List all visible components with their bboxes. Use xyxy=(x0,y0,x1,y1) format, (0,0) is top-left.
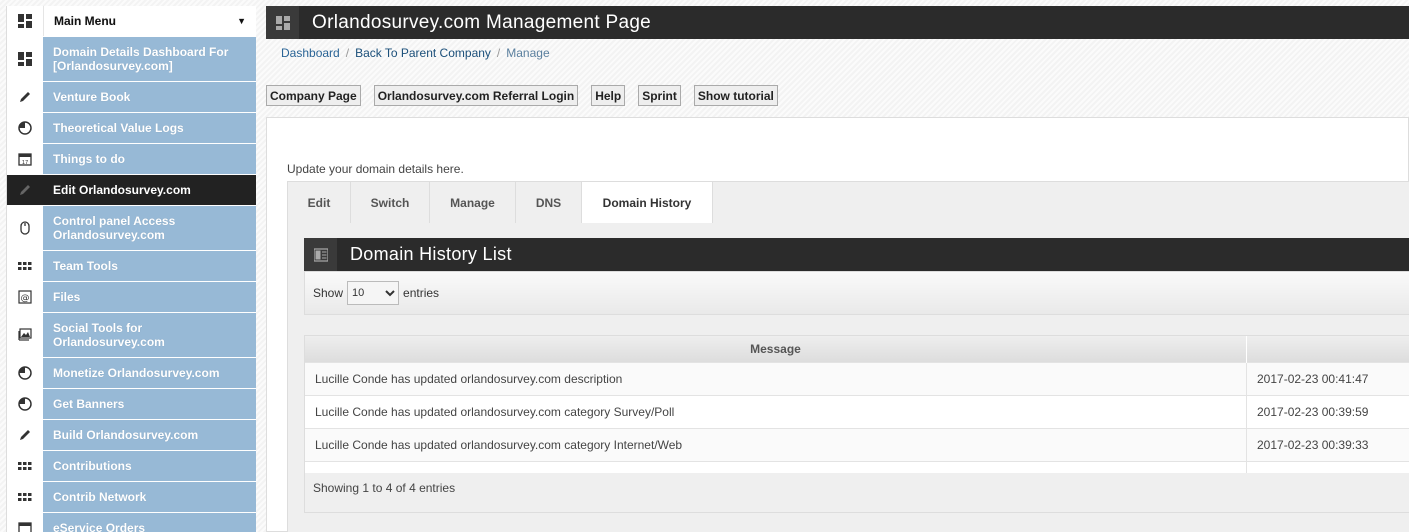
history-table: Message Lucille Conde has updated orland… xyxy=(304,335,1409,495)
column-header-date[interactable] xyxy=(1246,336,1409,362)
sidebar-item-things-to-do[interactable]: 17 Things to do xyxy=(7,144,256,175)
column-header-message[interactable]: Message xyxy=(305,336,1247,362)
breadcrumb-parent-link[interactable]: Back To Parent Company xyxy=(355,46,491,60)
sidebar-item-venture-book[interactable]: Venture Book xyxy=(7,82,256,113)
widget-header: Domain History List xyxy=(304,238,1409,271)
table-row: Lucille Conde has updated orlandosurvey.… xyxy=(305,427,1409,461)
grid-icon xyxy=(7,482,43,512)
sidebar-item-label: Control panel Access Orlandosurvey.com xyxy=(43,206,256,250)
row-date: 2017-02-23 00:39:59 xyxy=(1246,394,1409,428)
breadcrumb-separator: / xyxy=(496,46,501,60)
referral-login-button[interactable]: Orlandosurvey.com Referral Login xyxy=(373,85,579,106)
tab-switch[interactable]: Switch xyxy=(351,182,430,223)
sprint-button[interactable]: Sprint xyxy=(638,85,681,106)
tab-domain-history[interactable]: Domain History xyxy=(582,182,713,225)
tab-manage[interactable]: Manage xyxy=(430,182,516,223)
sidebar-item-team-tools[interactable]: Team Tools xyxy=(7,251,256,282)
main-menu-toggle[interactable]: Main Menu ▼ xyxy=(7,6,256,37)
table-row: Lucille Conde has updated orlandosurvey.… xyxy=(305,394,1409,428)
show-tutorial-button[interactable]: Show tutorial xyxy=(693,85,778,106)
sidebar-item-label: Build Orlandosurvey.com xyxy=(43,420,256,450)
entries-length-control: Show 10 entries xyxy=(304,271,1409,315)
table-info: Showing 1 to 4 of 4 entries xyxy=(304,473,1409,513)
pencil-icon xyxy=(7,82,43,112)
sidebar-item-label: Domain Details Dashboard For [Orlandosur… xyxy=(43,37,256,81)
sidebar-item-label: eService Orders xyxy=(43,513,256,532)
sidebar-item-theoretical-value-logs[interactable]: Theoretical Value Logs xyxy=(7,113,256,144)
sidebar-item-label: Team Tools xyxy=(43,251,256,281)
pencil-icon xyxy=(7,420,43,450)
dashboard-icon xyxy=(7,37,43,81)
at-file-icon: @ xyxy=(7,282,43,312)
breadcrumb-separator: / xyxy=(345,46,350,60)
sidebar-item-label: Get Banners xyxy=(43,389,256,419)
page-title: Orlandosurvey.com Management Page xyxy=(312,11,652,33)
toolbar: Company Page Orlandosurvey.com Referral … xyxy=(266,85,791,106)
pencil-icon xyxy=(7,175,43,205)
sidebar-item-eservice-orders[interactable]: eService Orders xyxy=(7,513,256,532)
mouse-icon xyxy=(7,206,43,250)
list-icon xyxy=(304,238,337,271)
caret-down-icon: ▼ xyxy=(237,16,246,26)
sidebar-item-monetize[interactable]: Monetize Orlandosurvey.com xyxy=(7,358,256,389)
entries-label: entries xyxy=(403,286,440,300)
row-message: Lucille Conde has updated orlandosurvey.… xyxy=(305,361,1247,395)
dashboard-icon xyxy=(266,6,299,39)
svg-text:17: 17 xyxy=(22,160,28,166)
grid-icon xyxy=(7,251,43,281)
pie-chart-icon xyxy=(7,358,43,388)
page-header: Orlandosurvey.com Management Page xyxy=(266,6,1409,39)
sidebar-item-build[interactable]: Build Orlandosurvey.com xyxy=(7,420,256,451)
sidebar-item-label: Monetize Orlandosurvey.com xyxy=(43,358,256,388)
sidebar-item-get-banners[interactable]: Get Banners xyxy=(7,389,256,420)
sidebar-item-files[interactable]: @ Files xyxy=(7,282,256,313)
row-date: 2017-02-23 00:41:47 xyxy=(1246,361,1409,395)
row-message: Lucille Conde has updated orlandosurvey.… xyxy=(305,427,1247,461)
entries-select[interactable]: 10 xyxy=(347,281,400,305)
show-label: Show xyxy=(313,286,344,300)
sidebar-item-contributions[interactable]: Contributions xyxy=(7,451,256,482)
sidebar-item-label: Edit Orlandosurvey.com xyxy=(43,175,256,205)
sidebar-item-label: Theoretical Value Logs xyxy=(43,113,256,143)
tab-content: Domain History List Show 10 entries Mess… xyxy=(287,223,1409,532)
sidebar-item-label: Contributions xyxy=(43,451,256,481)
help-button[interactable]: Help xyxy=(591,85,626,106)
sidebar-item-label: Files xyxy=(43,282,256,312)
sidebar-item-social-tools[interactable]: Social Tools for Orlandosurvey.com xyxy=(7,313,256,358)
sidebar-item-domain-dashboard[interactable]: Domain Details Dashboard For [Orlandosur… xyxy=(7,37,256,82)
breadcrumb: Dashboard / Back To Parent Company / Manage xyxy=(281,46,550,60)
breadcrumb-dashboard-link[interactable]: Dashboard xyxy=(281,46,340,60)
company-page-button[interactable]: Company Page xyxy=(266,85,361,106)
sidebar-item-label: Things to do xyxy=(43,144,256,174)
sidebar: Main Menu ▼ Domain Details Dashboard For… xyxy=(6,6,256,532)
main-menu-label: Main Menu xyxy=(54,14,116,28)
row-date: 2017-02-23 00:39:33 xyxy=(1246,427,1409,461)
grid-icon xyxy=(7,451,43,481)
pie-chart-icon xyxy=(7,113,43,143)
dashboard-icon xyxy=(7,6,43,36)
sidebar-item-label: Social Tools for Orlandosurvey.com xyxy=(43,313,256,357)
row-message: Lucille Conde has updated orlandosurvey.… xyxy=(305,394,1247,428)
image-icon xyxy=(7,313,43,357)
widget-title: Domain History List xyxy=(350,244,512,264)
tab-edit[interactable]: Edit xyxy=(288,182,351,223)
sidebar-item-edit-domain[interactable]: Edit Orlandosurvey.com xyxy=(7,175,256,206)
pie-chart-icon xyxy=(7,389,43,419)
calendar-icon: 17 xyxy=(7,144,43,174)
tab-dns[interactable]: DNS xyxy=(516,182,582,223)
tab-bar: Edit Switch Manage DNS Domain History xyxy=(287,181,1409,225)
main-panel: Update your domain details here. Edit Sw… xyxy=(266,117,1409,532)
breadcrumb-current: Manage xyxy=(506,46,550,60)
table-row: Lucille Conde has updated orlandosurvey.… xyxy=(305,361,1409,395)
sidebar-item-label: Contrib Network xyxy=(43,482,256,512)
calendar-icon xyxy=(7,513,43,532)
svg-text:@: @ xyxy=(21,294,30,304)
sidebar-item-contrib-network[interactable]: Contrib Network xyxy=(7,482,256,513)
intro-text: Update your domain details here. xyxy=(287,162,464,176)
sidebar-item-label: Venture Book xyxy=(43,82,256,112)
sidebar-item-control-panel[interactable]: Control panel Access Orlandosurvey.com xyxy=(7,206,256,251)
